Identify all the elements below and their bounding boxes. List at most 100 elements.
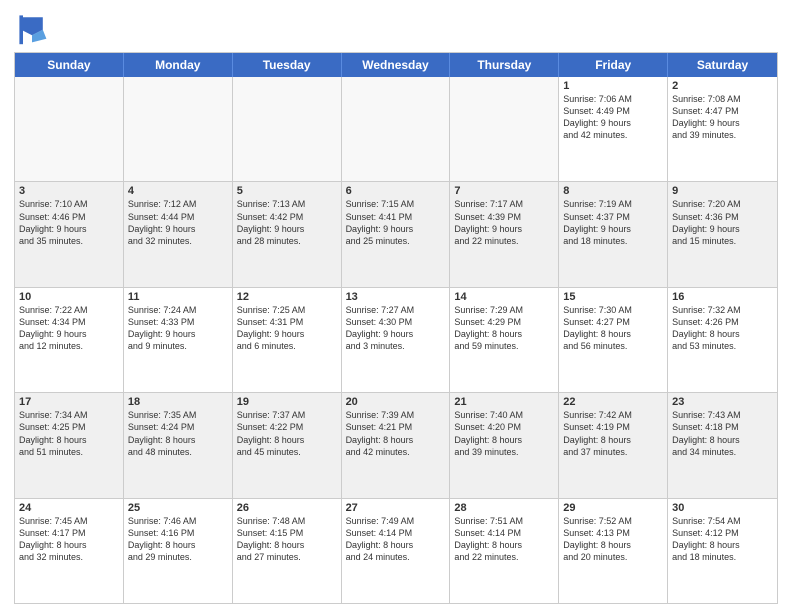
day-info-13: Sunrise: 7:27 AM Sunset: 4:30 PM Dayligh… bbox=[346, 304, 446, 353]
day-cell-11: 11Sunrise: 7:24 AM Sunset: 4:33 PM Dayli… bbox=[124, 288, 233, 392]
empty-cell-0-2 bbox=[233, 77, 342, 181]
day-number-11: 11 bbox=[128, 291, 228, 303]
day-number-24: 24 bbox=[19, 502, 119, 514]
day-info-30: Sunrise: 7:54 AM Sunset: 4:12 PM Dayligh… bbox=[672, 515, 773, 564]
day-number-4: 4 bbox=[128, 185, 228, 197]
day-cell-15: 15Sunrise: 7:30 AM Sunset: 4:27 PM Dayli… bbox=[559, 288, 668, 392]
week-row-1: 1Sunrise: 7:06 AM Sunset: 4:49 PM Daylig… bbox=[15, 77, 777, 182]
week-row-4: 17Sunrise: 7:34 AM Sunset: 4:25 PM Dayli… bbox=[15, 393, 777, 498]
day-info-1: Sunrise: 7:06 AM Sunset: 4:49 PM Dayligh… bbox=[563, 93, 663, 142]
day-number-10: 10 bbox=[19, 291, 119, 303]
day-cell-6: 6Sunrise: 7:15 AM Sunset: 4:41 PM Daylig… bbox=[342, 182, 451, 286]
day-number-1: 1 bbox=[563, 80, 663, 92]
day-cell-12: 12Sunrise: 7:25 AM Sunset: 4:31 PM Dayli… bbox=[233, 288, 342, 392]
header-day-wednesday: Wednesday bbox=[342, 53, 451, 77]
day-cell-20: 20Sunrise: 7:39 AM Sunset: 4:21 PM Dayli… bbox=[342, 393, 451, 497]
day-number-9: 9 bbox=[672, 185, 773, 197]
day-cell-5: 5Sunrise: 7:13 AM Sunset: 4:42 PM Daylig… bbox=[233, 182, 342, 286]
week-row-3: 10Sunrise: 7:22 AM Sunset: 4:34 PM Dayli… bbox=[15, 288, 777, 393]
header-day-thursday: Thursday bbox=[450, 53, 559, 77]
day-cell-3: 3Sunrise: 7:10 AM Sunset: 4:46 PM Daylig… bbox=[15, 182, 124, 286]
day-number-2: 2 bbox=[672, 80, 773, 92]
day-number-28: 28 bbox=[454, 502, 554, 514]
empty-cell-0-3 bbox=[342, 77, 451, 181]
day-info-22: Sunrise: 7:42 AM Sunset: 4:19 PM Dayligh… bbox=[563, 409, 663, 458]
day-info-10: Sunrise: 7:22 AM Sunset: 4:34 PM Dayligh… bbox=[19, 304, 119, 353]
day-number-30: 30 bbox=[672, 502, 773, 514]
day-info-20: Sunrise: 7:39 AM Sunset: 4:21 PM Dayligh… bbox=[346, 409, 446, 458]
day-cell-24: 24Sunrise: 7:45 AM Sunset: 4:17 PM Dayli… bbox=[15, 499, 124, 603]
day-number-29: 29 bbox=[563, 502, 663, 514]
day-number-23: 23 bbox=[672, 396, 773, 408]
day-cell-4: 4Sunrise: 7:12 AM Sunset: 4:44 PM Daylig… bbox=[124, 182, 233, 286]
day-number-21: 21 bbox=[454, 396, 554, 408]
day-cell-16: 16Sunrise: 7:32 AM Sunset: 4:26 PM Dayli… bbox=[668, 288, 777, 392]
day-info-5: Sunrise: 7:13 AM Sunset: 4:42 PM Dayligh… bbox=[237, 198, 337, 247]
calendar-header: SundayMondayTuesdayWednesdayThursdayFrid… bbox=[15, 53, 777, 77]
day-info-9: Sunrise: 7:20 AM Sunset: 4:36 PM Dayligh… bbox=[672, 198, 773, 247]
day-number-19: 19 bbox=[237, 396, 337, 408]
week-row-5: 24Sunrise: 7:45 AM Sunset: 4:17 PM Dayli… bbox=[15, 499, 777, 603]
day-cell-19: 19Sunrise: 7:37 AM Sunset: 4:22 PM Dayli… bbox=[233, 393, 342, 497]
day-number-22: 22 bbox=[563, 396, 663, 408]
header-day-sunday: Sunday bbox=[15, 53, 124, 77]
day-cell-9: 9Sunrise: 7:20 AM Sunset: 4:36 PM Daylig… bbox=[668, 182, 777, 286]
day-info-24: Sunrise: 7:45 AM Sunset: 4:17 PM Dayligh… bbox=[19, 515, 119, 564]
header-day-friday: Friday bbox=[559, 53, 668, 77]
day-info-2: Sunrise: 7:08 AM Sunset: 4:47 PM Dayligh… bbox=[672, 93, 773, 142]
day-info-8: Sunrise: 7:19 AM Sunset: 4:37 PM Dayligh… bbox=[563, 198, 663, 247]
day-info-28: Sunrise: 7:51 AM Sunset: 4:14 PM Dayligh… bbox=[454, 515, 554, 564]
day-number-15: 15 bbox=[563, 291, 663, 303]
day-number-6: 6 bbox=[346, 185, 446, 197]
header-day-saturday: Saturday bbox=[668, 53, 777, 77]
day-cell-25: 25Sunrise: 7:46 AM Sunset: 4:16 PM Dayli… bbox=[124, 499, 233, 603]
day-info-26: Sunrise: 7:48 AM Sunset: 4:15 PM Dayligh… bbox=[237, 515, 337, 564]
day-info-23: Sunrise: 7:43 AM Sunset: 4:18 PM Dayligh… bbox=[672, 409, 773, 458]
day-number-16: 16 bbox=[672, 291, 773, 303]
day-info-7: Sunrise: 7:17 AM Sunset: 4:39 PM Dayligh… bbox=[454, 198, 554, 247]
day-info-12: Sunrise: 7:25 AM Sunset: 4:31 PM Dayligh… bbox=[237, 304, 337, 353]
day-number-18: 18 bbox=[128, 396, 228, 408]
day-cell-30: 30Sunrise: 7:54 AM Sunset: 4:12 PM Dayli… bbox=[668, 499, 777, 603]
day-cell-18: 18Sunrise: 7:35 AM Sunset: 4:24 PM Dayli… bbox=[124, 393, 233, 497]
day-number-26: 26 bbox=[237, 502, 337, 514]
day-cell-10: 10Sunrise: 7:22 AM Sunset: 4:34 PM Dayli… bbox=[15, 288, 124, 392]
empty-cell-0-1 bbox=[124, 77, 233, 181]
day-number-20: 20 bbox=[346, 396, 446, 408]
day-info-19: Sunrise: 7:37 AM Sunset: 4:22 PM Dayligh… bbox=[237, 409, 337, 458]
day-info-29: Sunrise: 7:52 AM Sunset: 4:13 PM Dayligh… bbox=[563, 515, 663, 564]
day-number-8: 8 bbox=[563, 185, 663, 197]
week-row-2: 3Sunrise: 7:10 AM Sunset: 4:46 PM Daylig… bbox=[15, 182, 777, 287]
header bbox=[14, 10, 778, 46]
day-cell-8: 8Sunrise: 7:19 AM Sunset: 4:37 PM Daylig… bbox=[559, 182, 668, 286]
day-cell-28: 28Sunrise: 7:51 AM Sunset: 4:14 PM Dayli… bbox=[450, 499, 559, 603]
day-number-25: 25 bbox=[128, 502, 228, 514]
logo-icon bbox=[14, 10, 50, 46]
day-info-11: Sunrise: 7:24 AM Sunset: 4:33 PM Dayligh… bbox=[128, 304, 228, 353]
day-info-16: Sunrise: 7:32 AM Sunset: 4:26 PM Dayligh… bbox=[672, 304, 773, 353]
day-cell-7: 7Sunrise: 7:17 AM Sunset: 4:39 PM Daylig… bbox=[450, 182, 559, 286]
day-number-14: 14 bbox=[454, 291, 554, 303]
day-cell-26: 26Sunrise: 7:48 AM Sunset: 4:15 PM Dayli… bbox=[233, 499, 342, 603]
day-number-17: 17 bbox=[19, 396, 119, 408]
header-day-monday: Monday bbox=[124, 53, 233, 77]
day-cell-13: 13Sunrise: 7:27 AM Sunset: 4:30 PM Dayli… bbox=[342, 288, 451, 392]
header-day-tuesday: Tuesday bbox=[233, 53, 342, 77]
day-cell-14: 14Sunrise: 7:29 AM Sunset: 4:29 PM Dayli… bbox=[450, 288, 559, 392]
empty-cell-0-4 bbox=[450, 77, 559, 181]
day-number-3: 3 bbox=[19, 185, 119, 197]
logo bbox=[14, 10, 54, 46]
day-number-13: 13 bbox=[346, 291, 446, 303]
day-info-15: Sunrise: 7:30 AM Sunset: 4:27 PM Dayligh… bbox=[563, 304, 663, 353]
empty-cell-0-0 bbox=[15, 77, 124, 181]
day-number-5: 5 bbox=[237, 185, 337, 197]
day-cell-29: 29Sunrise: 7:52 AM Sunset: 4:13 PM Dayli… bbox=[559, 499, 668, 603]
day-cell-22: 22Sunrise: 7:42 AM Sunset: 4:19 PM Dayli… bbox=[559, 393, 668, 497]
day-cell-23: 23Sunrise: 7:43 AM Sunset: 4:18 PM Dayli… bbox=[668, 393, 777, 497]
day-info-4: Sunrise: 7:12 AM Sunset: 4:44 PM Dayligh… bbox=[128, 198, 228, 247]
day-number-27: 27 bbox=[346, 502, 446, 514]
day-info-18: Sunrise: 7:35 AM Sunset: 4:24 PM Dayligh… bbox=[128, 409, 228, 458]
day-number-7: 7 bbox=[454, 185, 554, 197]
calendar-body: 1Sunrise: 7:06 AM Sunset: 4:49 PM Daylig… bbox=[15, 77, 777, 603]
day-cell-27: 27Sunrise: 7:49 AM Sunset: 4:14 PM Dayli… bbox=[342, 499, 451, 603]
